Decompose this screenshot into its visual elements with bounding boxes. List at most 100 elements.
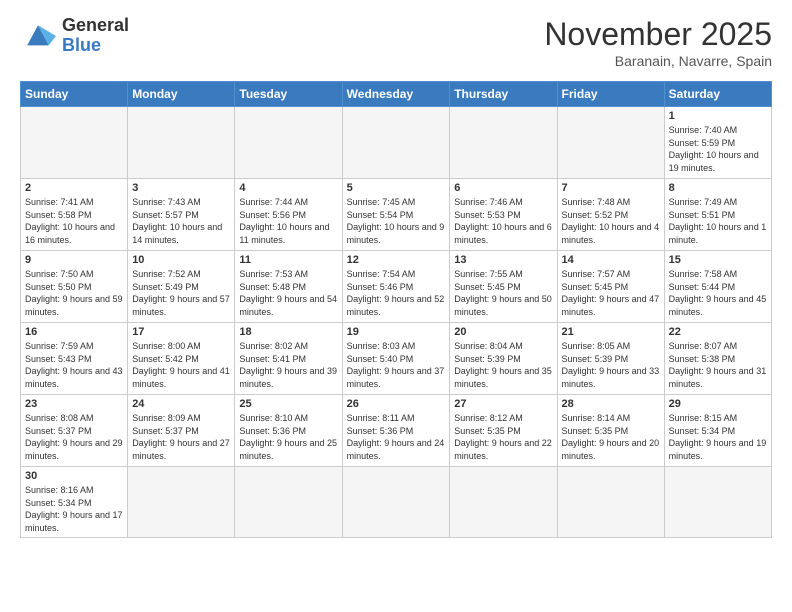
calendar-cell: 9 Sunrise: 7:50 AM Sunset: 5:50 PM Daylig… — [21, 251, 128, 323]
logo-icon — [20, 18, 56, 54]
calendar-cell: 27Sunrise: 8:12 AM Sunset: 5:35 PM Dayli… — [450, 395, 557, 467]
calendar-week-6: 30Sunrise: 8:16 AM Sunset: 5:34 PM Dayli… — [21, 467, 772, 538]
calendar-cell: 5 Sunrise: 7:45 AM Sunset: 5:54 PM Daylig… — [342, 179, 450, 251]
page: General Blue November 2025 Baranain, Nav… — [0, 0, 792, 548]
day-info: Sunrise: 8:14 AM Sunset: 5:35 PM Dayligh… — [562, 412, 660, 462]
day-info: Sunrise: 8:12 AM Sunset: 5:35 PM Dayligh… — [454, 412, 552, 462]
weekday-header-sunday: Sunday — [21, 82, 128, 107]
month-title: November 2025 — [544, 16, 772, 53]
day-info: Sunrise: 7:48 AM Sunset: 5:52 PM Dayligh… — [562, 196, 660, 246]
day-number: 12 — [347, 254, 446, 266]
calendar-cell: 4 Sunrise: 7:44 AM Sunset: 5:56 PM Daylig… — [235, 179, 342, 251]
day-number: 17 — [132, 326, 230, 338]
calendar-cell: 6 Sunrise: 7:46 AM Sunset: 5:53 PM Daylig… — [450, 179, 557, 251]
day-number: 28 — [562, 398, 660, 410]
weekday-header-thursday: Thursday — [450, 82, 557, 107]
calendar-cell: 20 Sunrise: 8:04 AM Sunset: 5:39 PM Dayli… — [450, 323, 557, 395]
calendar-cell: 12 Sunrise: 7:54 AM Sunset: 5:46 PM Dayli… — [342, 251, 450, 323]
weekday-header-saturday: Saturday — [664, 82, 771, 107]
day-number: 18 — [239, 326, 337, 338]
day-number: 1 — [669, 110, 767, 122]
calendar-cell: 21 Sunrise: 8:05 AM Sunset: 5:39 PM Dayli… — [557, 323, 664, 395]
day-number: 7 — [562, 182, 660, 194]
day-info: Sunrise: 7:52 AM Sunset: 5:49 PM Dayligh… — [132, 268, 230, 318]
calendar-cell: 24 Sunrise: 8:09 AM Sunset: 5:37 PM Dayli… — [128, 395, 235, 467]
day-info: Sunrise: 7:40 AM Sunset: 5:59 PM Dayligh… — [669, 124, 767, 174]
calendar-cell: 17 Sunrise: 8:00 AM Sunset: 5:42 PM Dayli… — [128, 323, 235, 395]
day-number: 11 — [239, 254, 337, 266]
logo-general: General — [62, 15, 129, 35]
calendar-cell: 28 Sunrise: 8:14 AM Sunset: 5:35 PM Dayli… — [557, 395, 664, 467]
day-number: 13 — [454, 254, 552, 266]
logo-text: General Blue — [62, 16, 129, 56]
calendar-cell — [557, 107, 664, 179]
calendar-cell: 2Sunrise: 7:41 AM Sunset: 5:58 PM Daylig… — [21, 179, 128, 251]
day-info: Sunrise: 8:10 AM Sunset: 5:36 PM Dayligh… — [239, 412, 337, 462]
day-number: 14 — [562, 254, 660, 266]
day-info: Sunrise: 8:09 AM Sunset: 5:37 PM Dayligh… — [132, 412, 230, 462]
day-info: Sunrise: 7:49 AM Sunset: 5:51 PM Dayligh… — [669, 196, 767, 246]
day-number: 22 — [669, 326, 767, 338]
day-info: Sunrise: 8:08 AM Sunset: 5:37 PM Dayligh… — [25, 412, 123, 462]
calendar-cell — [450, 107, 557, 179]
day-info: Sunrise: 8:00 AM Sunset: 5:42 PM Dayligh… — [132, 340, 230, 390]
day-info: Sunrise: 7:59 AM Sunset: 5:43 PM Dayligh… — [25, 340, 123, 390]
day-info: Sunrise: 8:11 AM Sunset: 5:36 PM Dayligh… — [347, 412, 446, 462]
calendar-cell: 25Sunrise: 8:10 AM Sunset: 5:36 PM Dayli… — [235, 395, 342, 467]
header: General Blue November 2025 Baranain, Nav… — [20, 16, 772, 69]
day-info: Sunrise: 7:44 AM Sunset: 5:56 PM Dayligh… — [239, 196, 337, 246]
calendar-cell: 26 Sunrise: 8:11 AM Sunset: 5:36 PM Dayli… — [342, 395, 450, 467]
day-number: 19 — [347, 326, 446, 338]
day-number: 24 — [132, 398, 230, 410]
weekday-header-row: SundayMondayTuesdayWednesdayThursdayFrid… — [21, 82, 772, 107]
day-number: 23 — [25, 398, 123, 410]
calendar-cell: 23 Sunrise: 8:08 AM Sunset: 5:37 PM Dayli… — [21, 395, 128, 467]
calendar-cell: 10 Sunrise: 7:52 AM Sunset: 5:49 PM Dayli… — [128, 251, 235, 323]
day-info: Sunrise: 8:04 AM Sunset: 5:39 PM Dayligh… — [454, 340, 552, 390]
calendar-cell — [21, 107, 128, 179]
calendar-cell: 3 Sunrise: 7:43 AM Sunset: 5:57 PM Daylig… — [128, 179, 235, 251]
location: Baranain, Navarre, Spain — [544, 53, 772, 69]
day-number: 6 — [454, 182, 552, 194]
calendar-cell — [342, 467, 450, 538]
day-info: Sunrise: 7:57 AM Sunset: 5:45 PM Dayligh… — [562, 268, 660, 318]
day-info: Sunrise: 8:03 AM Sunset: 5:40 PM Dayligh… — [347, 340, 446, 390]
day-info: Sunrise: 7:41 AM Sunset: 5:58 PM Dayligh… — [25, 196, 123, 246]
day-info: Sunrise: 8:05 AM Sunset: 5:39 PM Dayligh… — [562, 340, 660, 390]
calendar-cell: 16 Sunrise: 7:59 AM Sunset: 5:43 PM Dayli… — [21, 323, 128, 395]
logo-blue: Blue — [62, 35, 101, 55]
calendar-cell — [664, 467, 771, 538]
calendar-cell: 13Sunrise: 7:55 AM Sunset: 5:45 PM Dayli… — [450, 251, 557, 323]
calendar-cell: 8 Sunrise: 7:49 AM Sunset: 5:51 PM Daylig… — [664, 179, 771, 251]
calendar-week-1: 1 Sunrise: 7:40 AM Sunset: 5:59 PM Daylig… — [21, 107, 772, 179]
day-info: Sunrise: 7:58 AM Sunset: 5:44 PM Dayligh… — [669, 268, 767, 318]
day-number: 5 — [347, 182, 446, 194]
day-info: Sunrise: 7:46 AM Sunset: 5:53 PM Dayligh… — [454, 196, 552, 246]
day-info: Sunrise: 7:53 AM Sunset: 5:48 PM Dayligh… — [239, 268, 337, 318]
calendar-week-4: 16 Sunrise: 7:59 AM Sunset: 5:43 PM Dayli… — [21, 323, 772, 395]
day-number: 20 — [454, 326, 552, 338]
day-number: 21 — [562, 326, 660, 338]
day-number: 26 — [347, 398, 446, 410]
weekday-header-monday: Monday — [128, 82, 235, 107]
calendar-cell: 18Sunrise: 8:02 AM Sunset: 5:41 PM Dayli… — [235, 323, 342, 395]
day-number: 30 — [25, 470, 123, 482]
day-number: 9 — [25, 254, 123, 266]
day-number: 16 — [25, 326, 123, 338]
day-number: 29 — [669, 398, 767, 410]
calendar-cell: 1 Sunrise: 7:40 AM Sunset: 5:59 PM Daylig… — [664, 107, 771, 179]
day-info: Sunrise: 8:07 AM Sunset: 5:38 PM Dayligh… — [669, 340, 767, 390]
day-info: Sunrise: 7:43 AM Sunset: 5:57 PM Dayligh… — [132, 196, 230, 246]
day-number: 10 — [132, 254, 230, 266]
day-number: 3 — [132, 182, 230, 194]
day-info: Sunrise: 7:45 AM Sunset: 5:54 PM Dayligh… — [347, 196, 446, 246]
calendar-cell: 30Sunrise: 8:16 AM Sunset: 5:34 PM Dayli… — [21, 467, 128, 538]
day-info: Sunrise: 7:54 AM Sunset: 5:46 PM Dayligh… — [347, 268, 446, 318]
calendar-week-2: 2Sunrise: 7:41 AM Sunset: 5:58 PM Daylig… — [21, 179, 772, 251]
day-number: 8 — [669, 182, 767, 194]
calendar-cell — [235, 107, 342, 179]
calendar-week-3: 9 Sunrise: 7:50 AM Sunset: 5:50 PM Daylig… — [21, 251, 772, 323]
day-number: 4 — [239, 182, 337, 194]
weekday-header-tuesday: Tuesday — [235, 82, 342, 107]
day-info: Sunrise: 7:50 AM Sunset: 5:50 PM Dayligh… — [25, 268, 123, 318]
